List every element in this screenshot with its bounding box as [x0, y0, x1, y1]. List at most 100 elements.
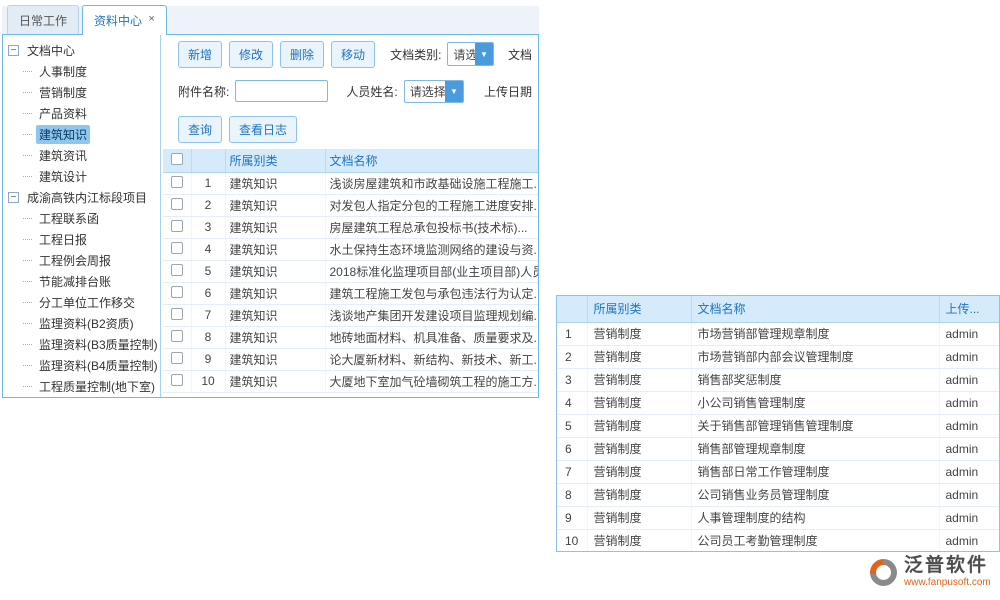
- chevron-down-icon: ▼: [445, 81, 463, 102]
- row-checkbox[interactable]: [171, 242, 183, 254]
- document-table-row[interactable]: 9 建筑知识 论大厦新材料、新结构、新技术、新工...: [163, 348, 538, 370]
- tree-connector: [23, 260, 32, 261]
- row-checkbox[interactable]: [171, 374, 183, 386]
- tree-node[interactable]: 建筑设计: [8, 166, 160, 187]
- marketing-table-row[interactable]: 2 营销制度 市场营销部内部会议管理制度 admin: [557, 345, 999, 368]
- row-number: 1: [557, 322, 587, 345]
- row-docname: 公司销售业务员管理制度: [691, 483, 939, 506]
- tree-node[interactable]: 产品资料: [8, 103, 160, 124]
- tree-node[interactable]: 文档中心: [8, 40, 160, 61]
- row-checkbox[interactable]: [171, 286, 183, 298]
- add-button[interactable]: 新增: [178, 41, 222, 68]
- row-number: 9: [557, 506, 587, 529]
- document-table-row[interactable]: 7 建筑知识 浅谈地产集团开发建设项目监理规划编...: [163, 304, 538, 326]
- modify-button[interactable]: 修改: [229, 41, 273, 68]
- tree-node[interactable]: 节能减排台账: [8, 271, 160, 292]
- tree-node[interactable]: 监理资料(B2资质): [8, 313, 160, 334]
- row-checkbox[interactable]: [171, 352, 183, 364]
- row-checkbox[interactable]: [171, 176, 183, 188]
- tree-node[interactable]: 营销制度: [8, 82, 160, 103]
- fanpu-logo-url: www.fanpusoft.com: [904, 577, 991, 588]
- collapse-icon[interactable]: [8, 192, 19, 203]
- document-table-row[interactable]: 2 建筑知识 对发包人指定分包的工程施工进度安排...: [163, 194, 538, 216]
- table-header-row: 所属别类 文档名称 上传...: [557, 296, 999, 322]
- row-uploader: admin: [939, 437, 999, 460]
- tree-node[interactable]: 工程日报: [8, 229, 160, 250]
- doc-category-label: 文档类别:: [390, 46, 441, 63]
- row-category: 建筑知识: [225, 238, 325, 260]
- marketing-table-row[interactable]: 4 营销制度 小公司销售管理制度 admin: [557, 391, 999, 414]
- marketing-table-row[interactable]: 7 营销制度 销售部日常工作管理制度 admin: [557, 460, 999, 483]
- table-header-row: 所属别类 文档名称: [163, 149, 538, 172]
- document-table-body: 1 建筑知识 浅谈房屋建筑和市政基础设施工程施工... 2 建筑知识 对发包人指…: [163, 172, 538, 392]
- row-checkbox[interactable]: [171, 198, 183, 210]
- document-table-row[interactable]: 6 建筑知识 建筑工程施工发包与承包违法行为认定...: [163, 282, 538, 304]
- action-row: 查询 查看日志: [178, 117, 538, 141]
- row-number: 3: [557, 368, 587, 391]
- tree-node[interactable]: 监理资料(B3质量控制): [8, 334, 160, 355]
- marketing-table-row[interactable]: 8 营销制度 公司销售业务员管理制度 admin: [557, 483, 999, 506]
- tree-node-label: 分工单位工作移交: [36, 293, 138, 312]
- tree-node[interactable]: 成渝高铁内江标段项目: [8, 187, 160, 208]
- tree-node[interactable]: 工程质量控制(地下室): [8, 376, 160, 397]
- document-table-row[interactable]: 10 建筑知识 大厦地下室加气砼墙砌筑工程的施工方...: [163, 370, 538, 392]
- tree-node[interactable]: 工程联系函: [8, 208, 160, 229]
- toolbar: 新增 修改 删除 移动 文档类别: 请选择 ▼ 文档: [178, 41, 538, 67]
- person-name-select[interactable]: 请选择 ▼: [404, 80, 464, 103]
- document-table-row[interactable]: 8 建筑知识 地砖地面材料、机具准备、质量要求及...: [163, 326, 538, 348]
- document-table-row[interactable]: 1 建筑知识 浅谈房屋建筑和市政基础设施工程施工...: [163, 172, 538, 194]
- tree-node[interactable]: 建筑知识: [8, 124, 160, 145]
- row-number: 10: [557, 529, 587, 552]
- attachment-name-input[interactable]: [235, 80, 328, 102]
- query-button[interactable]: 查询: [178, 116, 222, 143]
- tree-node[interactable]: 人事制度: [8, 61, 160, 82]
- row-checkbox[interactable]: [171, 264, 183, 276]
- collapse-icon[interactable]: [8, 45, 19, 56]
- chevron-down-icon: ▼: [475, 43, 493, 65]
- col-uploader[interactable]: 上传...: [939, 296, 999, 322]
- tree-node[interactable]: 工程例会周报: [8, 250, 160, 271]
- row-number: 7: [557, 460, 587, 483]
- row-docname: 浅谈房屋建筑和市政基础设施工程施工...: [325, 172, 538, 194]
- document-table-row[interactable]: 4 建筑知识 水土保持生态环境监测网络的建设与资...: [163, 238, 538, 260]
- col-docname[interactable]: 文档名称: [325, 149, 538, 172]
- row-docname: 公司员工考勤管理制度: [691, 529, 939, 552]
- close-icon[interactable]: ×: [148, 13, 154, 25]
- tree-node[interactable]: 监理资料(B4质量控制): [8, 355, 160, 376]
- row-number: 3: [191, 216, 225, 238]
- col-category[interactable]: 所属别类: [225, 149, 325, 172]
- tab-data-center[interactable]: 资料中心 ×: [82, 5, 167, 35]
- marketing-table-row[interactable]: 10 营销制度 公司员工考勤管理制度 admin: [557, 529, 999, 552]
- row-docname: 市场营销部管理规章制度: [691, 322, 939, 345]
- view-log-button[interactable]: 查看日志: [229, 116, 297, 143]
- row-number: 2: [557, 345, 587, 368]
- delete-button[interactable]: 删除: [280, 41, 324, 68]
- tree-node-label: 建筑资讯: [36, 146, 90, 165]
- marketing-table-row[interactable]: 5 营销制度 关于销售部管理销售管理制度 admin: [557, 414, 999, 437]
- data-center-window: 日常工作 资料中心 × 文档中心: [2, 6, 539, 398]
- marketing-table-body: 1 营销制度 市场营销部管理规章制度 admin 2 营销制度 市场营销部内部会…: [557, 322, 999, 552]
- marketing-table-row[interactable]: 1 营销制度 市场营销部管理规章制度 admin: [557, 322, 999, 345]
- document-table-row[interactable]: 5 建筑知识 2018标准化监理项目部(业主项目部)人员...: [163, 260, 538, 282]
- row-checkbox[interactable]: [171, 308, 183, 320]
- marketing-table-row[interactable]: 3 营销制度 销售部奖惩制度 admin: [557, 368, 999, 391]
- move-button[interactable]: 移动: [331, 41, 375, 68]
- row-number: 8: [557, 483, 587, 506]
- tree-node[interactable]: 建筑资讯: [8, 145, 160, 166]
- row-checkbox[interactable]: [171, 220, 183, 232]
- document-table-row[interactable]: 3 建筑知识 房屋建筑工程总承包投标书(技术标)...: [163, 216, 538, 238]
- row-category: 营销制度: [587, 391, 691, 414]
- col-docname[interactable]: 文档名称: [691, 296, 939, 322]
- doc-category-select[interactable]: 请选择 ▼: [447, 42, 494, 66]
- row-number: 1: [191, 172, 225, 194]
- row-category: 营销制度: [587, 322, 691, 345]
- marketing-table-row[interactable]: 6 营销制度 销售部管理规章制度 admin: [557, 437, 999, 460]
- select-all-checkbox[interactable]: [171, 153, 183, 165]
- tab-daily-work[interactable]: 日常工作: [7, 5, 79, 34]
- marketing-table-row[interactable]: 9 营销制度 人事管理制度的结构 admin: [557, 506, 999, 529]
- tree-node[interactable]: 分工单位工作移交: [8, 292, 160, 313]
- col-category[interactable]: 所属别类: [587, 296, 691, 322]
- row-docname: 2018标准化监理项目部(业主项目部)人员...: [325, 260, 538, 282]
- row-number: 5: [191, 260, 225, 282]
- row-checkbox[interactable]: [171, 330, 183, 342]
